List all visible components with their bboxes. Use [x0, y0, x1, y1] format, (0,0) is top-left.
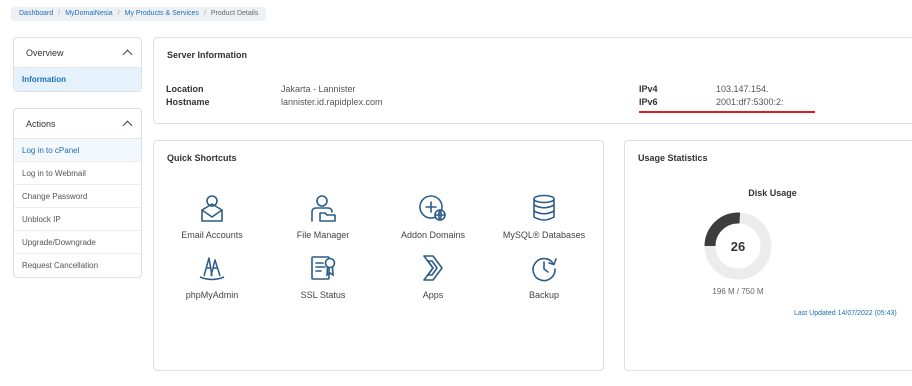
ipv6-value: 2001:df7:5300:2:: [716, 97, 784, 107]
disk-usage-percent: 26: [730, 239, 746, 254]
actions-title: Actions: [26, 118, 56, 129]
ssl-status-icon: [311, 256, 336, 280]
shortcut-label: Addon Domains: [400, 230, 466, 240]
shortcut-label: SSL Status: [300, 290, 346, 300]
sidebar-item-request-cancellation[interactable]: Request Cancellation: [14, 254, 141, 277]
shortcut-label: File Manager: [296, 230, 350, 240]
disk-usage-title: Disk Usage: [748, 188, 797, 198]
email-accounts-icon: [201, 195, 223, 222]
hostname-label: Hostname: [166, 97, 210, 107]
breadcrumb-products-services[interactable]: My Products & Services: [125, 10, 199, 17]
sidebar-item-login-webmail[interactable]: Log in to Webmail: [14, 162, 141, 185]
sidebar-actions-panel: Actions Log in to cPanel Log in to Webma…: [13, 108, 142, 278]
ipv6-label: IPv6: [639, 97, 658, 107]
ipv4-value: 103.147.154.: [716, 84, 769, 94]
ipv6-highlight-underline: [639, 111, 815, 113]
location-label: Location: [166, 84, 204, 94]
ipv4-label: IPv4: [639, 84, 658, 94]
breadcrumb-separator: /: [203, 10, 206, 17]
last-updated: Last Updated 14/07/2022 (05:43): [794, 310, 897, 317]
breadcrumb: Dashboard / MyDomaiNesia / My Products & Ser…: [11, 7, 267, 21]
shortcut-apps[interactable]: Apps: [381, 253, 485, 300]
shortcut-phpmyadmin[interactable]: phpMyAdmin: [160, 253, 264, 300]
backup-icon: [532, 257, 557, 282]
breadcrumb-current: Product Details: [210, 10, 259, 17]
phpmyadmin-icon: [199, 257, 225, 281]
shortcut-file-manager[interactable]: File Manager: [271, 193, 375, 240]
quick-shortcuts-title: Quick Shortcuts: [167, 153, 237, 163]
shortcut-label: Email Accounts: [181, 230, 243, 240]
shortcut-label: MySQL® Databases: [502, 230, 586, 240]
location-value: Jakarta - Lannister: [281, 84, 356, 94]
breadcrumb-dashboard[interactable]: Dashboard: [19, 10, 53, 17]
overview-header[interactable]: Overview: [14, 38, 141, 68]
hostname-value: lannister.id.rapidplex.com: [281, 97, 383, 107]
shortcut-email-accounts[interactable]: Email Accounts: [160, 193, 264, 240]
apps-icon: [423, 255, 443, 281]
shortcut-label: phpMyAdmin: [185, 290, 239, 300]
shortcut-addon-domains[interactable]: Addon Domains: [381, 193, 485, 240]
shortcut-mysql-databases[interactable]: MySQL® Databases: [492, 193, 596, 240]
sidebar-overview-panel: Overview Information: [13, 37, 142, 92]
sidebar-item-login-cpanel[interactable]: Log in to cPanel: [14, 139, 141, 162]
addon-domains-icon: [419, 195, 446, 221]
sidebar-item-upgrade-downgrade[interactable]: Upgrade/Downgrade: [14, 231, 141, 254]
shortcut-ssl-status[interactable]: SSL Status: [271, 253, 375, 300]
file-manager-icon: [311, 195, 336, 222]
actions-header[interactable]: Actions: [14, 109, 141, 139]
sidebar-item-information[interactable]: Information: [14, 68, 141, 91]
overview-title: Overview: [26, 47, 64, 58]
shortcut-label: Backup: [528, 290, 560, 300]
database-icon: [533, 194, 555, 221]
chevron-up-icon: [122, 120, 133, 130]
shortcut-backup[interactable]: Backup: [492, 253, 596, 300]
chevron-up-icon: [122, 49, 133, 59]
disk-usage-size: 196 M / 750 M: [712, 287, 764, 296]
sidebar-item-unblock-ip[interactable]: Unblock IP: [14, 208, 141, 231]
sidebar-item-change-password[interactable]: Change Password: [14, 185, 141, 208]
shortcut-label: Apps: [422, 290, 444, 300]
breadcrumb-separator: /: [117, 10, 120, 17]
usage-statistics-title: Usage Statistics: [638, 153, 708, 163]
breadcrumb-separator: /: [58, 10, 61, 17]
server-information-title: Server Information: [167, 50, 248, 60]
breadcrumb-mydomainesia[interactable]: MyDomaiNesia: [65, 10, 112, 17]
